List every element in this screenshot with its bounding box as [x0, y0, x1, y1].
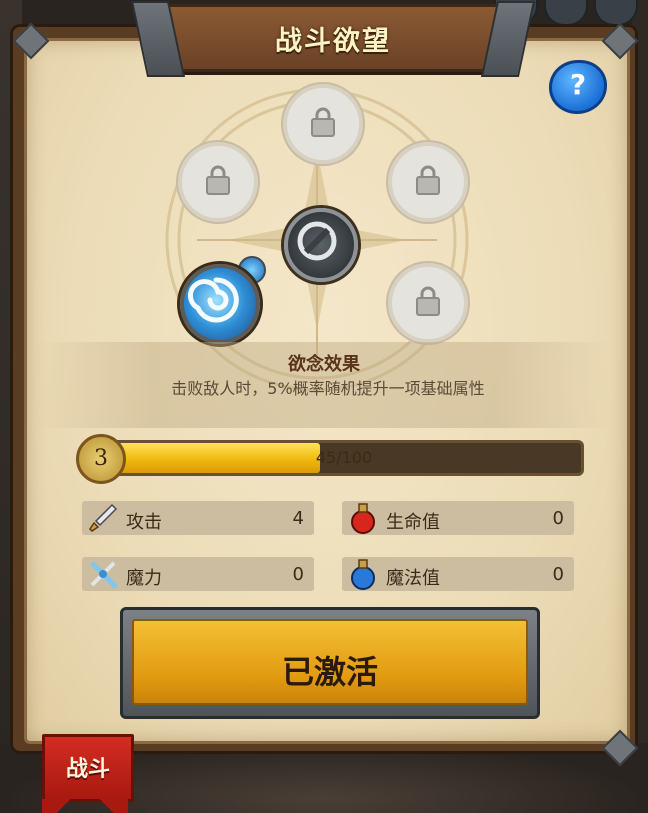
- magic-sword-icon: [90, 561, 118, 589]
- stat-value: 0: [552, 508, 564, 529]
- level-progress-text: 45/100: [315, 448, 373, 467]
- tab-battle[interactable]: 战斗: [42, 734, 134, 813]
- activated-button[interactable]: 已激活: [120, 607, 540, 719]
- lock-icon: [416, 286, 440, 316]
- effect-title: 欲念效果: [288, 354, 360, 375]
- stat-label: 魔力: [126, 568, 162, 589]
- stat-attack: 攻击 4: [82, 501, 314, 535]
- dialog-title: 战斗欲望: [275, 26, 391, 57]
- stat-label: 生命值: [386, 512, 440, 533]
- effect-description: 击败敌人时，5%概率随机提升一项基础属性: [171, 379, 485, 398]
- stat-magic-power: 魔力 0: [82, 557, 314, 591]
- hud-slot: [544, 0, 588, 26]
- locked-slot-top[interactable]: [283, 84, 363, 164]
- locked-slot-bottom-right[interactable]: [388, 263, 468, 343]
- lock-icon: [416, 165, 440, 195]
- tab-battle-label: 战斗: [65, 757, 110, 782]
- stat-health: 生命值 0: [342, 501, 574, 535]
- locked-slot-right[interactable]: [388, 142, 468, 222]
- red-potion-icon: [351, 503, 375, 534]
- wave-spiral-icon: [187, 277, 239, 323]
- active-slot-wave[interactable]: [180, 264, 260, 344]
- stat-label: 魔法值: [386, 568, 440, 589]
- locked-slot-left[interactable]: [178, 142, 258, 222]
- sword-icon: [89, 503, 118, 532]
- title-banner: 战斗欲望: [158, 4, 508, 72]
- stat-value: 0: [552, 564, 564, 585]
- blue-potion-icon: [351, 559, 375, 590]
- lock-icon: [311, 107, 335, 137]
- activated-button-label: 已激活: [281, 653, 378, 691]
- stat-label: 攻击: [126, 512, 162, 533]
- activated-button-face: 已激活: [132, 619, 528, 705]
- stat-value: 4: [292, 508, 304, 529]
- level-progress-bar: 45/100: [104, 440, 584, 476]
- lock-icon: [206, 165, 230, 195]
- stat-value: 0: [292, 564, 304, 585]
- stat-mana: 魔法值 0: [342, 557, 574, 591]
- swirl-emblem-icon: [297, 221, 337, 261]
- center-emblem[interactable]: [284, 208, 358, 282]
- level-badge: 3: [76, 434, 126, 484]
- hud-slot: [594, 0, 638, 26]
